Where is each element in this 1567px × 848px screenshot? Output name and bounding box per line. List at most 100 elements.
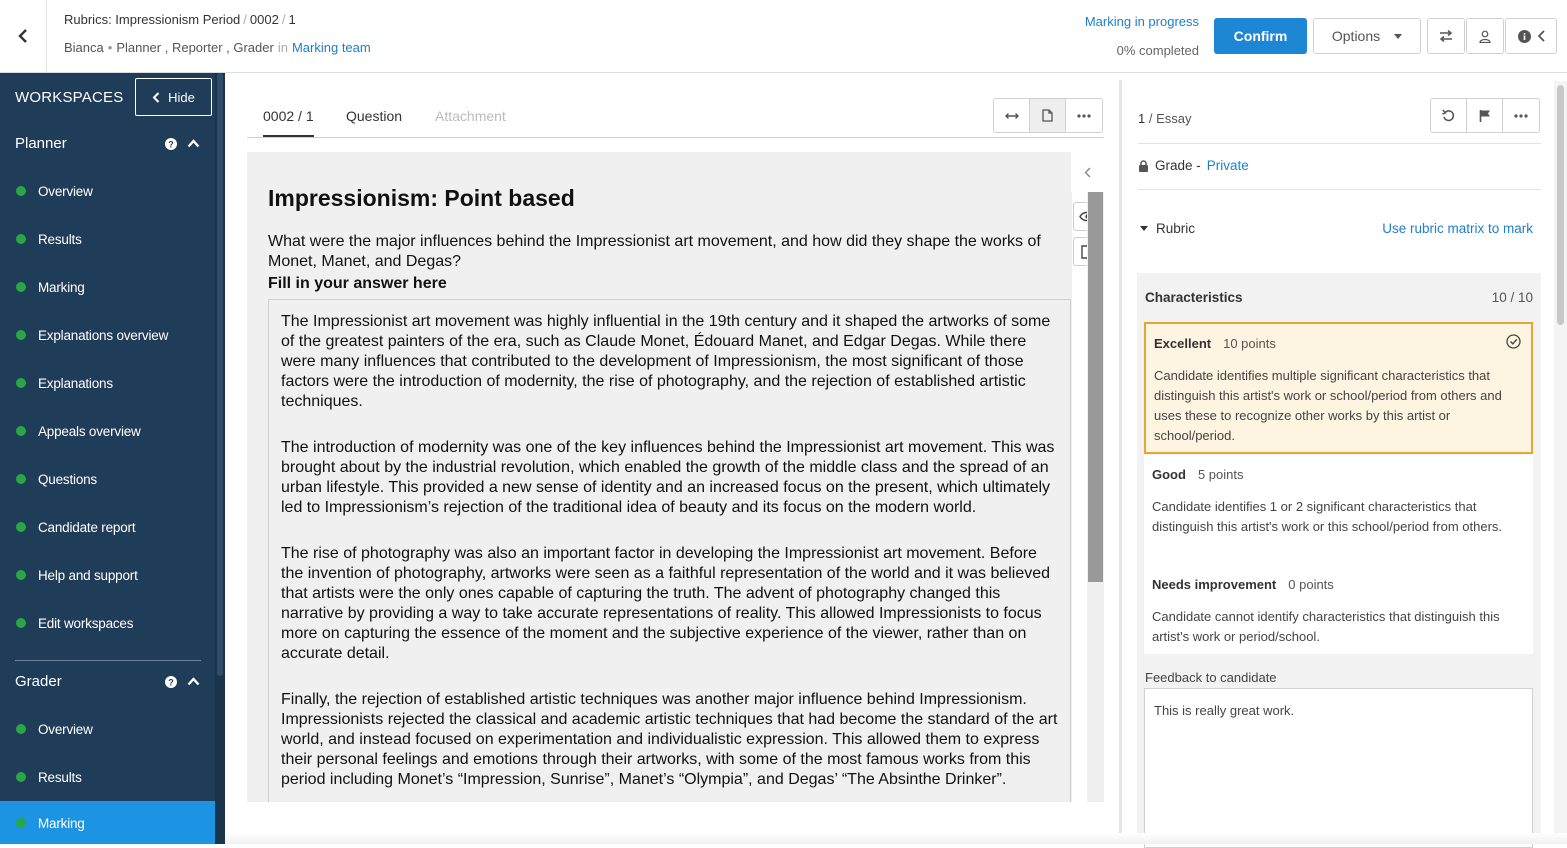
top-bar: Rubrics: Impressionism Period/0002/1 Bia… xyxy=(0,0,1567,73)
sidebar-item-grader-overview[interactable]: Overview xyxy=(0,707,215,751)
user-button[interactable] xyxy=(1466,18,1504,54)
hide-label: Hide xyxy=(168,89,195,105)
caret-down-icon xyxy=(1140,226,1148,231)
chevron-up-icon[interactable] xyxy=(187,139,200,148)
level-description: Candidate identifies 1 or 2 significant … xyxy=(1152,499,1503,534)
feedback-textarea[interactable]: This is really great work. xyxy=(1144,688,1533,848)
sidebar-item-appeals-overview[interactable]: Appeals overview xyxy=(0,409,215,453)
status-dot xyxy=(16,186,26,196)
info-panel-button[interactable] xyxy=(1505,18,1557,54)
status-dot xyxy=(16,618,26,628)
breadcrumb-candidate-id: 0002 xyxy=(249,12,279,27)
criterion-score: 10 / 10 xyxy=(1491,290,1533,305)
sidebar-scrollbar[interactable] xyxy=(215,73,225,844)
options-dropdown[interactable]: Options xyxy=(1313,18,1421,54)
sidebar-item-help-and-support[interactable]: Help and support xyxy=(0,553,215,597)
answer-paragraph: Finally, the rejection of established ar… xyxy=(281,691,1058,788)
rubric-level-excellent[interactable]: Excellent 10 points Candidate identifies … xyxy=(1144,322,1533,454)
status-dot xyxy=(16,234,26,244)
sidebar-item-explanations-overview[interactable]: Explanations overview xyxy=(0,313,215,357)
feedback-label: Feedback to candidate xyxy=(1145,670,1277,685)
sidebar-item-explanations[interactable]: Explanations xyxy=(0,361,215,405)
level-points: 10 points xyxy=(1223,336,1276,351)
sidebar-item-questions[interactable]: Questions xyxy=(0,457,215,501)
hide-sidebar-button[interactable]: Hide xyxy=(135,78,212,116)
more-options-button[interactable] xyxy=(1066,99,1102,132)
info-icon xyxy=(1517,29,1531,43)
lock-icon xyxy=(1139,159,1148,172)
chevron-left-icon xyxy=(1537,30,1545,42)
reset-button[interactable] xyxy=(1431,99,1467,132)
divider xyxy=(1138,143,1541,144)
chevron-up-icon[interactable] xyxy=(187,677,200,686)
rubric-matrix-link[interactable]: Use rubric matrix to mark xyxy=(1382,221,1533,236)
status-dot xyxy=(16,474,26,484)
caret-down-icon xyxy=(1394,33,1403,39)
question-title: Impressionism: Point based xyxy=(268,185,575,211)
scrollbar-thumb[interactable] xyxy=(1557,85,1564,325)
fit-width-button[interactable] xyxy=(994,99,1030,132)
level-points: 5 points xyxy=(1197,467,1244,482)
sidebar-item-grader-marking[interactable]: Marking xyxy=(0,801,215,844)
grade-visibility-link[interactable]: Private xyxy=(1207,158,1249,173)
more-options-button[interactable] xyxy=(1503,99,1539,132)
chevron-left-icon xyxy=(152,91,160,103)
user-icon xyxy=(1479,30,1491,43)
document-toolbar xyxy=(993,98,1103,133)
criterion-title: Characteristics xyxy=(1145,290,1243,305)
flag-button[interactable] xyxy=(1467,99,1503,132)
level-description: Candidate identifies multiple significan… xyxy=(1154,368,1502,443)
check-circle-icon xyxy=(1506,334,1521,349)
document-icon xyxy=(1042,109,1053,122)
level-description: Candidate cannot identify characteristic… xyxy=(1152,609,1500,644)
flag-icon xyxy=(1479,110,1490,122)
rubric-level-needs-improvement[interactable]: Needs improvement 0 points Candidate cann… xyxy=(1144,565,1533,654)
swap-button[interactable] xyxy=(1427,18,1465,54)
sidebar-item-candidate-report[interactable]: Candidate report xyxy=(0,505,215,549)
help-icon[interactable]: ? xyxy=(165,675,177,688)
collapse-tools-button[interactable] xyxy=(1071,152,1104,192)
chevron-left-icon xyxy=(1084,167,1091,177)
candidate-name: Bianca xyxy=(64,40,104,55)
grader-section-label: Grader xyxy=(15,673,62,690)
candidate-info: Bianca • Planner , Reporter , Grader in Mark… xyxy=(64,40,371,55)
status-dot xyxy=(16,378,26,388)
grade-label: Grade - xyxy=(1155,158,1201,173)
sidebar-item-planner-overview[interactable]: Overview xyxy=(0,169,215,213)
divider xyxy=(1138,189,1541,190)
status-dot xyxy=(16,772,26,782)
more-horizontal-icon xyxy=(1514,113,1528,118)
answer-paragraph: The Impressionist art movement was highl… xyxy=(281,313,1051,410)
team-link[interactable]: Marking team xyxy=(292,40,371,55)
help-icon[interactable]: ? xyxy=(165,137,177,150)
tab-question[interactable]: Question xyxy=(346,108,402,124)
tab-answer[interactable]: 0002 / 1 xyxy=(263,108,314,137)
sidebar-item-grader-results[interactable]: Results xyxy=(0,755,215,799)
rubric-toggle[interactable]: Rubric xyxy=(1140,221,1195,236)
rubric-level-good[interactable]: Good 5 points Candidate identifies 1 or 2… xyxy=(1144,455,1533,565)
scrollbar-thumb[interactable] xyxy=(217,73,223,676)
status-dot xyxy=(16,570,26,580)
sidebar-item-planner-results[interactable]: Results xyxy=(0,217,215,261)
status-dot xyxy=(16,426,26,436)
page-view-button[interactable] xyxy=(1030,99,1066,132)
planner-section-header[interactable]: Planner ? xyxy=(15,135,200,152)
sidebar-item-edit-workspaces[interactable]: Edit workspaces xyxy=(0,601,215,645)
marking-toolbar xyxy=(1430,98,1540,133)
confirm-button[interactable]: Confirm xyxy=(1214,18,1307,54)
sidebar-item-planner-marking[interactable]: Marking xyxy=(0,265,215,309)
progress-text: 0% completed xyxy=(1116,43,1199,58)
document-scrollbar[interactable] xyxy=(1087,192,1104,802)
question-type: Essay xyxy=(1156,111,1192,126)
back-button[interactable] xyxy=(0,0,47,72)
document-tabs: 0002 / 1 Question Attachment xyxy=(247,98,1104,138)
chevron-left-icon xyxy=(18,29,27,43)
marking-panel-scrollbar[interactable] xyxy=(1554,81,1567,844)
answer-document: Impressionism: Point based What were the… xyxy=(247,152,1072,802)
grader-section-header[interactable]: Grader ? xyxy=(15,673,200,690)
answer-paragraph: The introduction of modernity was one of… xyxy=(281,439,1055,516)
answer-paragraph: The rise of photography was also an impo… xyxy=(281,545,1051,662)
planner-section-label: Planner xyxy=(15,135,67,152)
scrollbar-thumb[interactable] xyxy=(1088,192,1103,582)
more-horizontal-icon xyxy=(1077,113,1091,118)
